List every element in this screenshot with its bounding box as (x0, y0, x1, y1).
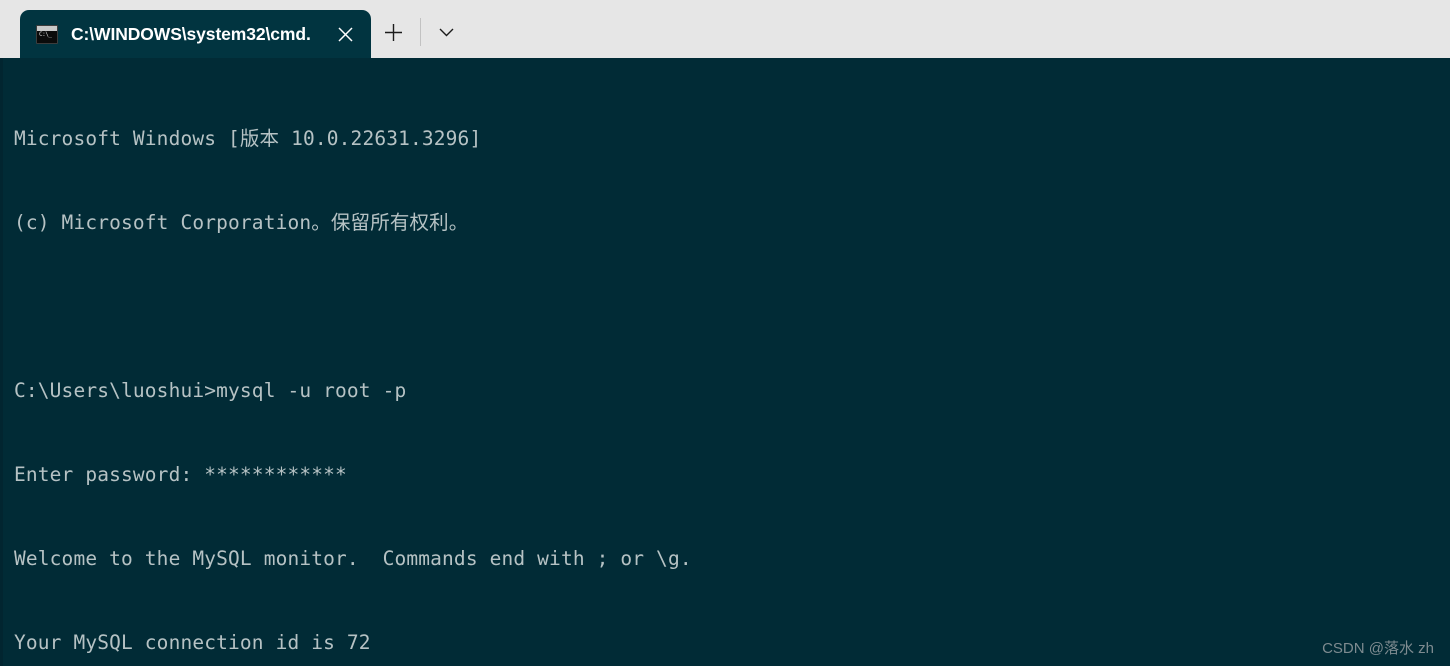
tab-title: C:\WINDOWS\system32\cmd. (71, 23, 311, 44)
terminal-output: Microsoft Windows [版本 10.0.22631.3296] (… (14, 69, 1450, 666)
terminal-line: Welcome to the MySQL monitor. Commands e… (14, 547, 692, 570)
titlebar-separator (419, 18, 421, 46)
new-tab-button[interactable] (371, 10, 417, 54)
terminal-line: Microsoft Windows [版本 10.0.22631.3296] (14, 127, 482, 150)
close-icon[interactable] (311, 19, 361, 49)
cmd-icon: C:\_ (36, 24, 58, 44)
tab-strip: C:\_ C:\WINDOWS\system32\cmd. (0, 0, 371, 58)
terminal-body[interactable]: Microsoft Windows [版本 10.0.22631.3296] (… (0, 58, 1450, 666)
terminal-line: Enter password: ************ (14, 463, 347, 486)
terminal-line: C:\Users\luoshui>mysql -u root -p (14, 379, 407, 402)
terminal-window: C:\_ C:\WINDOWS\system32\cmd. Microsoft … (0, 0, 1450, 666)
terminal-line: (c) Microsoft Corporation。保留所有权利。 (14, 211, 469, 234)
chevron-down-icon[interactable] (424, 10, 470, 54)
titlebar-actions (371, 8, 470, 58)
title-bar: C:\_ C:\WINDOWS\system32\cmd. (0, 0, 1450, 58)
terminal-line: Your MySQL connection id is 72 (14, 631, 371, 654)
cmd-icon-glyph: C:\_ (39, 30, 52, 38)
watermark: CSDN @落水 zh (1322, 640, 1434, 657)
tab-cmd[interactable]: C:\_ C:\WINDOWS\system32\cmd. (20, 10, 371, 58)
